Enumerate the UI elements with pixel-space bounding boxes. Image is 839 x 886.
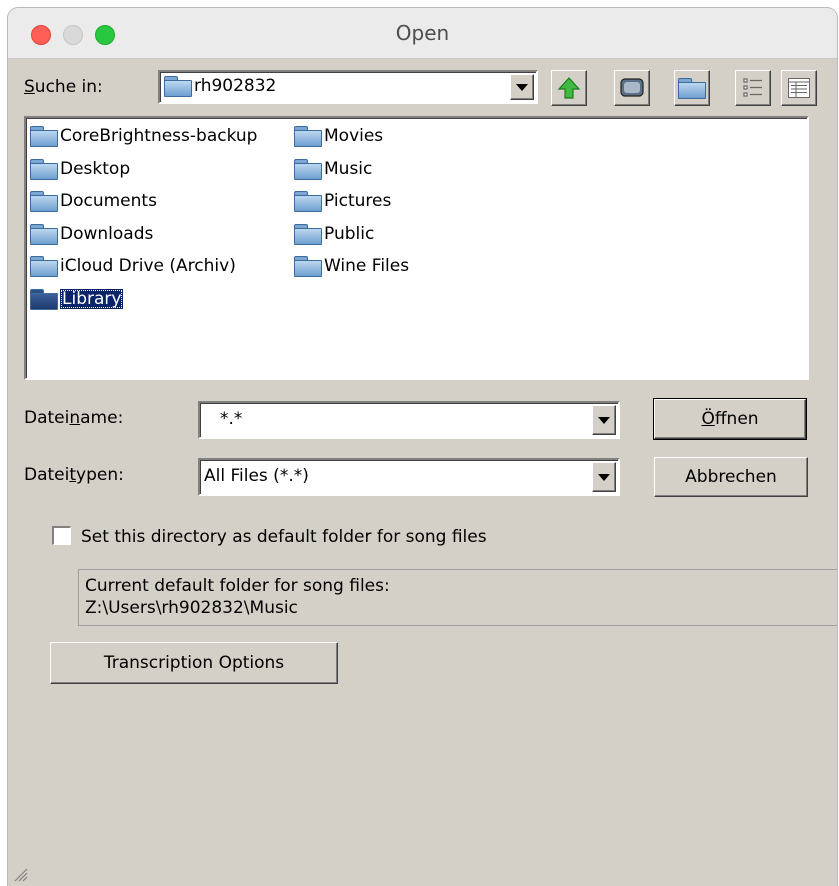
title-bar: Open [8,8,837,59]
folder-icon [30,126,58,147]
filename-input[interactable]: *.* [220,409,242,429]
open-dialog: Open Suche in: rh902832 CoreBrightness-b… [8,8,837,886]
default-folder-caption: Current default folder for song files: [85,576,390,596]
resize-grip-icon[interactable] [13,867,29,883]
list-item[interactable]: Desktop [30,155,130,183]
list-item[interactable]: Downloads [30,220,153,248]
up-folder-button[interactable] [551,70,587,106]
folder-icon [30,159,58,180]
folder-icon [294,159,322,180]
cancel-button[interactable]: Abbrechen [654,457,808,497]
look-in-combobox[interactable]: rh902832 [158,70,538,104]
list-item[interactable]: Documents [30,187,157,215]
folder-icon [30,191,58,212]
filename-label: Dateiname: [24,408,124,428]
list-view-button[interactable] [735,70,771,106]
chevron-down-icon[interactable] [510,74,534,100]
folder-icon [294,191,322,212]
filename-combobox[interactable]: *.* [198,401,620,439]
transcription-options-button[interactable]: Transcription Options [50,642,338,684]
folder-icon [294,256,322,277]
window-title: Open [395,21,450,45]
file-list[interactable]: CoreBrightness-backup Desktop Documents … [24,116,809,380]
details-view-icon [788,78,810,98]
list-view-icon [743,78,762,97]
chevron-down-icon[interactable] [592,462,616,492]
list-item[interactable]: Wine Files [294,252,409,280]
folder-icon [30,289,58,310]
new-folder-button[interactable] [674,70,710,106]
default-folder-checkbox[interactable] [52,526,71,545]
folder-icon [164,76,192,97]
default-folder-checkbox-label[interactable]: Set this directory as default folder for… [81,527,487,547]
list-item[interactable]: iCloud Drive (Archiv) [30,252,236,280]
list-item[interactable]: Public [294,220,374,248]
folder-icon [30,256,58,277]
folder-icon [294,126,322,147]
open-button[interactable]: Öffnen [653,398,807,440]
look-in-value: rh902832 [194,76,277,96]
folder-icon [30,224,58,245]
look-in-label: Suche in: [24,77,103,97]
filetype-label: Dateitypen: [24,465,124,485]
new-folder-icon [678,78,706,99]
list-item[interactable]: Music [294,155,372,183]
desktop-button[interactable] [614,70,650,106]
desktop-icon [620,78,644,97]
up-folder-icon [557,77,581,99]
filetype-combobox[interactable]: All Files (*.*) [198,458,620,496]
list-item-selected[interactable]: Library [30,285,124,313]
chevron-down-icon[interactable] [592,405,616,435]
default-folder-info: Current default folder for song files: Z… [78,569,837,626]
details-view-button[interactable] [781,70,817,106]
list-item[interactable]: CoreBrightness-backup [30,122,257,150]
list-item[interactable]: Pictures [294,187,391,215]
default-folder-path: Z:\Users\rh902832\Music [85,598,298,618]
filetype-value: All Files (*.*) [204,466,309,486]
folder-icon [294,224,322,245]
list-item[interactable]: Movies [294,122,383,150]
